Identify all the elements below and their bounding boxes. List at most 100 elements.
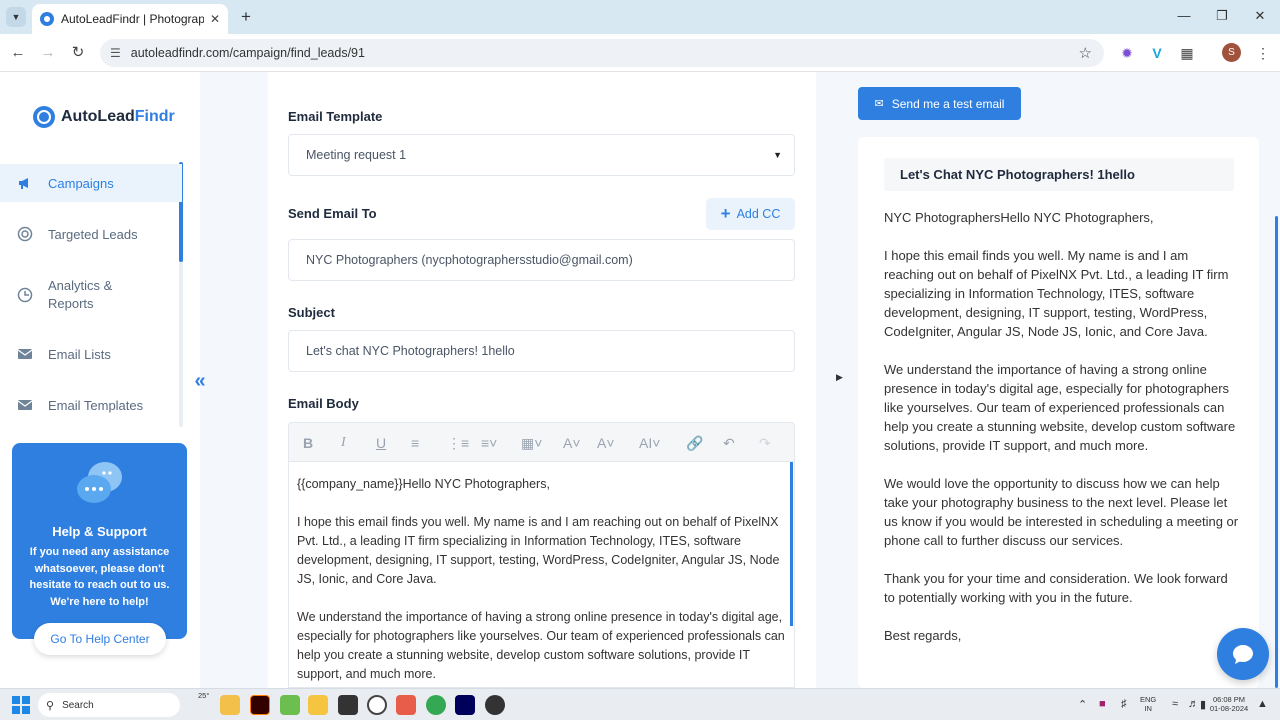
search-icon: ⚲ (46, 699, 55, 712)
send-email-to-value: NYC Photographers (nycphotographersstudi… (306, 253, 633, 267)
clock[interactable]: 06:08 PM 01-08-2024 (1204, 695, 1254, 713)
send-test-email-button[interactable]: ✉ Send me a test email (858, 87, 1021, 120)
blender-app-icon[interactable] (220, 695, 240, 715)
bullet-list-icon[interactable]: ⋮≡ (447, 433, 469, 453)
text-color-icon[interactable]: A˅ (563, 433, 581, 453)
close-window-icon[interactable]: ✕ (1248, 8, 1272, 24)
live-chat-button[interactable] (1217, 628, 1269, 680)
notepad-app-icon[interactable] (280, 695, 300, 715)
help-center-button[interactable]: Go To Help Center (34, 623, 166, 655)
address-bar: ← → ↻ ☰ autoleadfindr.com/campaign/find_… (0, 34, 1280, 72)
italic-icon[interactable]: I (341, 433, 346, 453)
app-icon[interactable] (338, 695, 358, 715)
minimize-icon[interactable]: — (1172, 8, 1196, 23)
preview-paragraph: NYC PhotographersHello NYC Photographers… (884, 210, 1154, 225)
background-color-icon[interactable]: ▦˅ (521, 433, 542, 453)
bookmark-star-icon[interactable]: ☆ (1079, 44, 1092, 62)
plus-icon: + (720, 204, 731, 223)
send-email-to-label: Send Email To (288, 206, 377, 221)
profile-avatar[interactable]: S (1222, 43, 1241, 62)
os-taskbar: ⚲ Search 25° ⌃ ■ ♯ ENG IN ≈ ♬ ▮ 06:08 PM… (0, 688, 1280, 720)
undo-icon[interactable]: ↶ (723, 433, 735, 453)
font-family-icon[interactable]: AI˅ (639, 433, 660, 453)
forward-icon[interactable]: → (38, 43, 58, 63)
chat-bubbles-icon (74, 459, 124, 509)
sidebar-item-email-lists[interactable]: Email Lists (0, 336, 182, 372)
email-body-editor[interactable]: {{company_name}}Hello NYC Photographers,… (288, 462, 795, 688)
subject-input[interactable]: Let's chat NYC Photographers! 1hello (288, 330, 795, 372)
preview-body: NYC PhotographersHello NYC Photographers… (884, 208, 1240, 664)
site-info-icon[interactable]: ☰ (110, 46, 121, 60)
url-field[interactable]: ☰ autoleadfindr.com/campaign/find_leads/… (100, 39, 1104, 67)
language-code: ENG (1140, 695, 1157, 704)
site-favicon-icon (40, 12, 54, 26)
notification-icon[interactable]: ▲ (1257, 698, 1268, 710)
mail-icon (16, 345, 34, 363)
back-icon[interactable]: ← (8, 43, 28, 63)
url-text: autoleadfindr.com/campaign/find_leads/91 (130, 46, 365, 60)
add-cc-button[interactable]: + Add CC (706, 198, 795, 230)
wifi-icon[interactable]: ≈ (1172, 698, 1178, 710)
analytics-icon (16, 286, 34, 304)
microphone-icon[interactable]: ♯ (1121, 698, 1127, 710)
browser-menu-icon[interactable]: ⋮ (1254, 44, 1272, 62)
sidebar: AutoLead Findr Campaigns Targeted Leads … (0, 72, 200, 688)
collapse-sidebar-icon[interactable]: « (190, 368, 210, 394)
email-template-select[interactable]: Meeting request 1 ▼ (288, 134, 795, 176)
tray-app-icon[interactable]: ■ (1099, 698, 1106, 710)
sidebar-item-targeted-leads[interactable]: Targeted Leads (0, 215, 182, 253)
language-indicator[interactable]: ENG IN (1140, 695, 1156, 713)
volume-icon[interactable]: ♬ (1188, 698, 1199, 710)
sidebar-item-analytics[interactable]: Analytics & Reports (0, 275, 182, 315)
taskbar-search-label: Search (62, 699, 94, 711)
ordered-list-icon[interactable]: ≡ (411, 433, 419, 453)
redo-icon[interactable]: ↷ (759, 433, 771, 453)
underline-icon[interactable]: U (376, 433, 386, 453)
clock-date: 01-08-2024 (1209, 704, 1249, 713)
editor-scrollbar[interactable] (790, 462, 793, 626)
new-tab-icon[interactable]: + (236, 7, 256, 27)
preview-paragraph: Thank you for your time and consideratio… (884, 571, 1228, 605)
sidebar-item-email-templates[interactable]: Email Templates (0, 387, 182, 423)
send-email-to-field[interactable]: NYC Photographers (nycphotographersstudi… (288, 239, 795, 281)
logo-text-findr: Findr (134, 108, 175, 125)
caret-right-icon[interactable]: ▶ (836, 372, 843, 383)
extensions-puzzle-icon[interactable]: ▦ (1178, 44, 1196, 62)
maximize-icon[interactable]: ❐ (1210, 8, 1234, 24)
page-scrollbar[interactable] (1275, 216, 1278, 688)
align-icon[interactable]: ≡˅ (481, 433, 497, 453)
tab-close-icon[interactable]: ✕ (210, 12, 220, 26)
windows-start-icon[interactable] (12, 696, 30, 714)
preview-paragraph: I hope this email finds you well. My nam… (884, 248, 1229, 339)
sidebar-item-campaigns[interactable]: Campaigns (0, 164, 182, 202)
editor-paragraph: I hope this email finds you well. My nam… (297, 515, 780, 586)
illustrator-app-icon[interactable] (250, 695, 270, 715)
reload-icon[interactable]: ↻ (68, 43, 88, 63)
editor-toolbar: B I U ≡ ⋮≡ ≡˅ ▦˅ A˅ A˅ AI˅ 🔗 ↶ ↷ (288, 422, 795, 462)
link-icon[interactable]: 🔗 (686, 433, 703, 453)
sidebar-item-label: Targeted Leads (48, 226, 138, 242)
after-effects-icon[interactable] (455, 695, 475, 715)
sidebar-item-label: Email Lists (48, 346, 111, 362)
preview-paragraph: We understand the importance of having a… (884, 362, 1236, 453)
file-explorer-icon[interactable] (308, 695, 328, 715)
chrome-app-icon[interactable] (426, 695, 446, 715)
tray-chevron-icon[interactable]: ⌃ (1078, 698, 1087, 711)
obs-app-icon[interactable] (485, 695, 505, 715)
target-icon (16, 225, 34, 243)
vimeo-extension-icon[interactable]: V (1148, 44, 1166, 62)
extension-gear-icon[interactable]: ✹ (1118, 44, 1136, 62)
weather-temp: 25° (198, 691, 210, 700)
tab-search-icon[interactable]: ▼ (6, 7, 26, 27)
bold-icon[interactable]: B (303, 433, 313, 453)
clock-app-icon[interactable] (367, 695, 387, 715)
font-size-icon[interactable]: A˅ (597, 433, 615, 453)
email-template-label: Email Template (288, 109, 383, 124)
app-icon-active[interactable] (396, 695, 416, 715)
tab-title: AutoLeadFindr | Photographers (61, 12, 204, 26)
megaphone-icon (16, 174, 34, 192)
taskbar-search[interactable]: ⚲ Search (38, 693, 180, 717)
sidebar-item-label: Analytics & Reports (48, 278, 113, 311)
app-logo[interactable]: AutoLead Findr (33, 106, 175, 128)
browser-tab[interactable]: AutoLeadFindr | Photographers ✕ (32, 4, 228, 34)
